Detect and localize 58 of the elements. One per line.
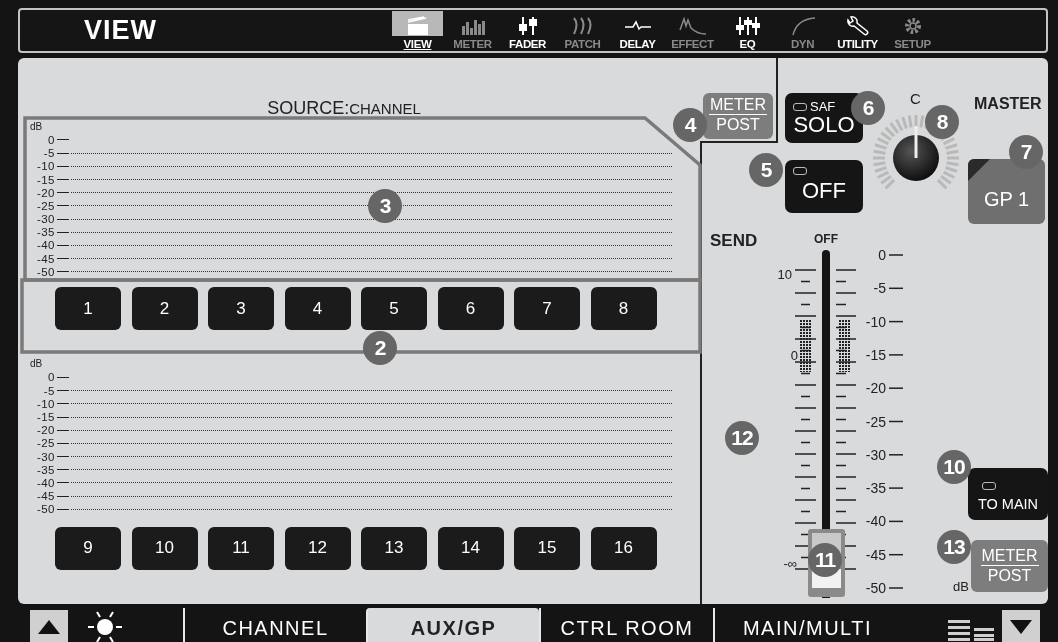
scale-label: -50 bbox=[35, 265, 55, 278]
callout-badge: 4 bbox=[673, 108, 707, 142]
scale-label: -35 bbox=[35, 226, 55, 239]
callout-badge: 8 bbox=[925, 105, 959, 139]
scale-label: -25 bbox=[35, 437, 55, 450]
scale-label: -5 bbox=[42, 384, 55, 397]
scale-label: -50 bbox=[865, 580, 886, 596]
screen-title: VIEW bbox=[84, 15, 158, 46]
to-main-label: TO MAIN bbox=[977, 496, 1039, 512]
scale-label: -40 bbox=[35, 476, 55, 489]
scale-label: -10 bbox=[35, 160, 55, 173]
scale-label: -25 bbox=[865, 413, 886, 430]
scale-label: -45 bbox=[865, 546, 886, 563]
source-label: SOURCE: bbox=[267, 98, 350, 118]
scale-label: -40 bbox=[35, 239, 55, 252]
scale-label: -10 bbox=[865, 313, 886, 330]
callout-badge: 5 bbox=[749, 153, 783, 187]
scale-label: -5 bbox=[42, 147, 55, 160]
scale-label: -30 bbox=[35, 213, 55, 226]
scale-label: -30 bbox=[865, 446, 886, 463]
scale-label: -20 bbox=[865, 380, 886, 397]
scale-label: -30 bbox=[35, 450, 55, 463]
callout-badge: 3 bbox=[368, 189, 402, 223]
pan-label: C bbox=[910, 90, 921, 109]
scale-label: -45 bbox=[35, 252, 55, 265]
scale-label: 0 bbox=[790, 348, 798, 363]
callout-badge: 2 bbox=[363, 331, 397, 365]
fader-label: OFF bbox=[814, 232, 838, 246]
led-label: SAF bbox=[810, 99, 836, 114]
off-label: OFF bbox=[802, 177, 846, 205]
scale-label: -∞ bbox=[783, 556, 797, 571]
scale-label: 0 bbox=[47, 371, 55, 384]
scale-label: -15 bbox=[35, 411, 55, 423]
scale-label: -20 bbox=[35, 186, 55, 199]
scale-label: -45 bbox=[35, 490, 55, 503]
scale-label: -5 bbox=[873, 280, 886, 297]
scale-label: -35 bbox=[865, 480, 886, 497]
scale-label: -50 bbox=[35, 503, 55, 516]
unit-label: dB bbox=[953, 579, 968, 594]
scale-label: 0 bbox=[878, 247, 886, 263]
scale-label: -15 bbox=[35, 173, 55, 186]
scale-label: -25 bbox=[35, 199, 55, 212]
scale-label: -20 bbox=[35, 424, 55, 437]
scale-label: -40 bbox=[865, 513, 886, 530]
callout-badge: 7 bbox=[1009, 135, 1043, 169]
scale-label: -15 bbox=[865, 346, 886, 363]
callout-badge: 10 bbox=[937, 450, 971, 484]
scale-label: dB bbox=[30, 121, 43, 132]
master-label: MASTER bbox=[974, 95, 1043, 113]
scale-label: 10 bbox=[777, 267, 792, 282]
callout-badge: 12 bbox=[725, 421, 759, 455]
scale-label: -10 bbox=[35, 397, 55, 410]
source-value: CHANNEL bbox=[349, 100, 421, 117]
scale-label: 0 bbox=[47, 134, 55, 146]
scale-label: dB bbox=[30, 358, 43, 370]
send-label: SEND bbox=[709, 230, 759, 252]
callout-badge: 13 bbox=[937, 530, 971, 564]
scale-label: -35 bbox=[35, 463, 55, 476]
